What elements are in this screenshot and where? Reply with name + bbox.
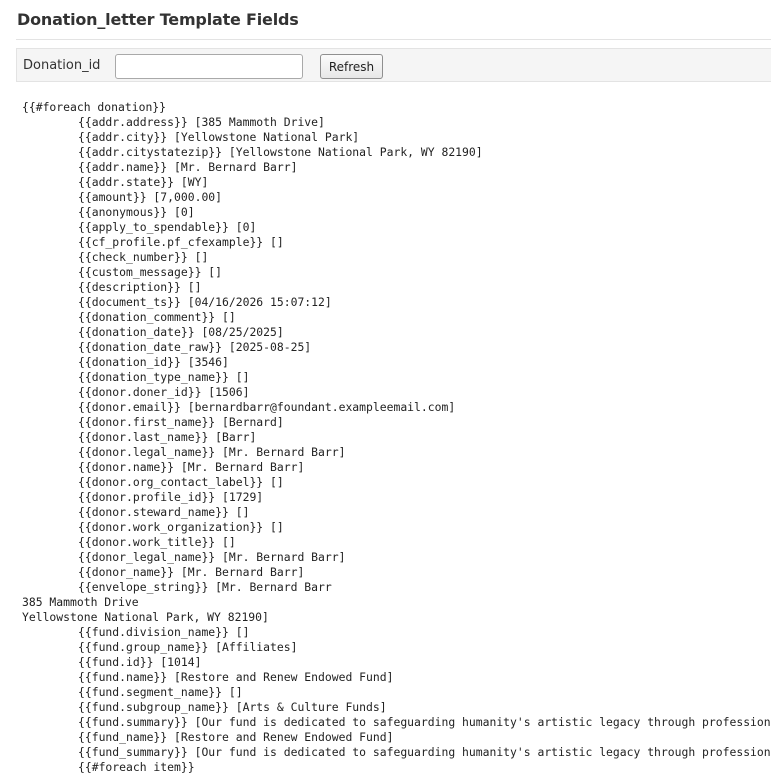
template-field-line: {{donor.org_contact_label}} [] — [78, 475, 284, 489]
template-field-line: {{apply_to_spendable}} [0] — [78, 220, 257, 234]
template-field-line: {{donation_date}} [08/25/2025] — [78, 325, 284, 339]
template-field-line: {{description}} [] — [78, 280, 202, 294]
template-field-line: {{#foreach item}} — [78, 760, 195, 774]
template-field-line: {{donor.legal_name}} [Mr. Bernard Barr] — [78, 445, 346, 459]
template-field-line: {{donor.profile_id}} [1729] — [78, 490, 264, 504]
template-field-line: {{donor.doner_id}} [1506] — [78, 385, 250, 399]
template-field-line: {{anonymous}} [0] — [78, 205, 195, 219]
title-divider — [16, 39, 771, 40]
template-field-line: {{addr.address}} [385 Mammoth Drive] — [78, 115, 325, 129]
template-field-line: Yellowstone National Park, WY 82190] — [22, 610, 269, 624]
template-field-line: {{donation_comment}} [] — [78, 310, 236, 324]
template-field-line: {{donation_date_raw}} [2025-08-25] — [78, 340, 312, 354]
template-field-line: {{document_ts}} [04/16/2026 15:07:12] — [78, 295, 332, 309]
template-field-line: {{check_number}} [] — [78, 250, 209, 264]
template-field-line: {{fund.subgroup_name}} [Arts & Culture F… — [78, 700, 387, 714]
donation-id-form: Donation_id Refresh — [16, 48, 771, 82]
template-field-line: {{custom_message}} [] — [78, 265, 223, 279]
template-field-line: {{fund.division_name}} [] — [78, 625, 250, 639]
template-field-line: {{addr.state}} [WY] — [78, 175, 209, 189]
template-field-line: {{donation_type_name}} [] — [78, 370, 250, 384]
template-field-line: {{fund.segment_name}} [] — [78, 685, 243, 699]
template-field-line: {{#foreach donation}} — [22, 100, 167, 114]
template-field-line: {{donor.first_name}} [Bernard] — [78, 415, 284, 429]
template-field-line: {{fund.group_name}} [Affiliates] — [78, 640, 298, 654]
template-field-line: {{fund_summary}} [Our fund is dedicated … — [78, 745, 771, 759]
page-title: Donation_letter Template Fields — [17, 10, 299, 29]
refresh-button[interactable]: Refresh — [320, 54, 383, 79]
template-field-line: {{amount}} [7,000.00] — [78, 190, 223, 204]
template-fields-output: {{#foreach donation}} {{addr.address}} [3… — [22, 100, 771, 776]
template-field-line: {{fund.summary}} [Our fund is dedicated … — [78, 715, 771, 729]
donation-id-input[interactable] — [115, 54, 303, 79]
template-field-line: {{donor.email}} [bernardbarr@foundant.ex… — [78, 400, 456, 414]
template-field-line: {{addr.name}} [Mr. Bernard Barr] — [78, 160, 298, 174]
template-field-line: {{fund_name}} [Restore and Renew Endowed… — [78, 730, 394, 744]
template-field-line: {{donor.steward_name}} [] — [78, 505, 250, 519]
template-field-line: {{envelope_string}} [Mr. Bernard Barr — [78, 580, 332, 594]
template-field-line: {{cf_profile.pf_cfexample}} [] — [78, 235, 284, 249]
template-field-line: {{addr.city}} [Yellowstone National Park… — [78, 130, 360, 144]
template-field-line: {{donor_legal_name}} [Mr. Bernard Barr] — [78, 550, 346, 564]
template-field-line: {{donor.work_title}} [] — [78, 535, 236, 549]
donation-id-label: Donation_id — [23, 58, 101, 73]
template-field-line: {{donor.name}} [Mr. Bernard Barr] — [78, 460, 305, 474]
template-field-line: 385 Mammoth Drive — [22, 595, 139, 609]
template-field-line: {{donation_id}} [3546] — [78, 355, 229, 369]
template-field-line: {{fund.name}} [Restore and Renew Endowed… — [78, 670, 394, 684]
template-field-line: {{donor.last_name}} [Barr] — [78, 430, 257, 444]
template-field-line: {{donor.work_organization}} [] — [78, 520, 284, 534]
template-field-line: {{fund.id}} [1014] — [78, 655, 202, 669]
template-field-line: {{donor_name}} [Mr. Bernard Barr] — [78, 565, 305, 579]
template-field-line: {{addr.citystatezip}} [Yellowstone Natio… — [78, 145, 483, 159]
